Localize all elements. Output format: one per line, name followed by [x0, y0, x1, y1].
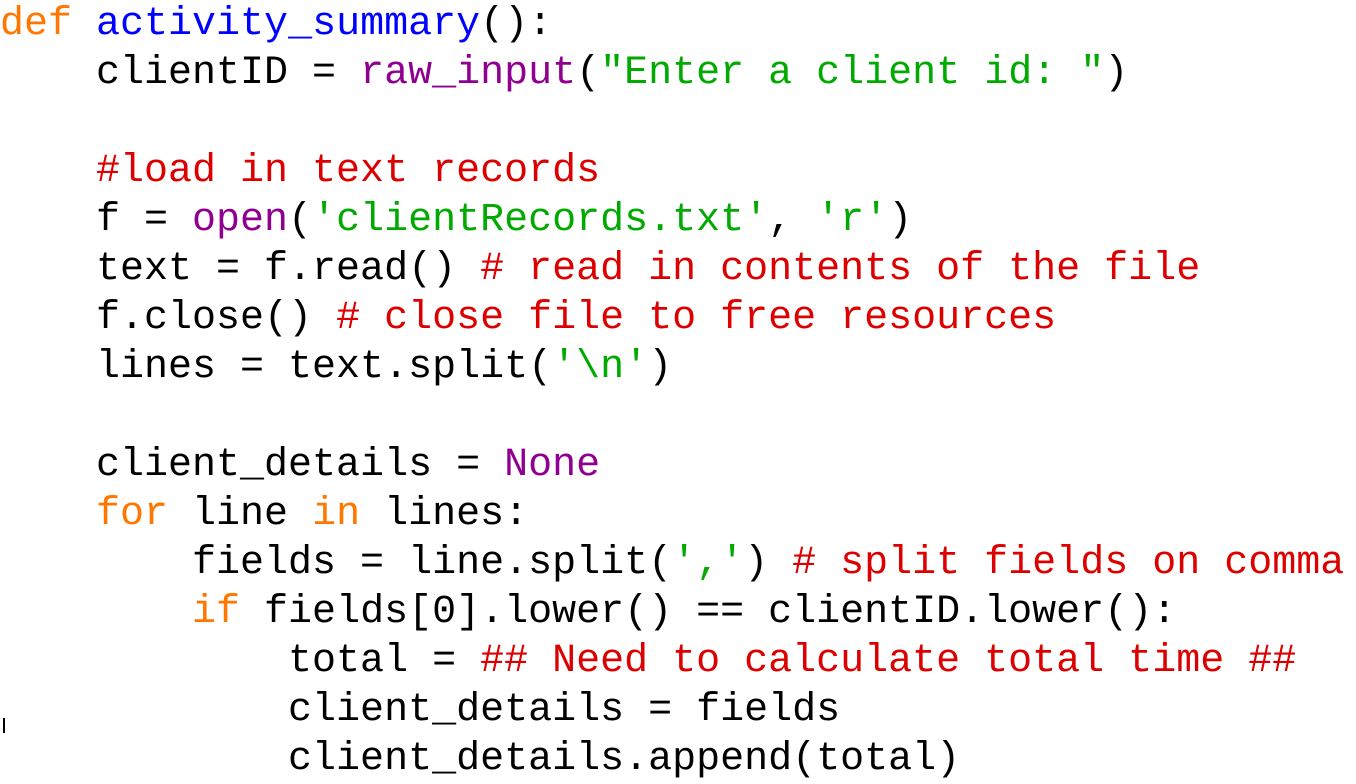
code-text-token: ) — [648, 345, 673, 390]
code-line[interactable]: lines = text.split('\n') — [0, 343, 1344, 392]
code-line[interactable] — [0, 392, 1344, 441]
code-text-token: text = f.read() — [0, 247, 481, 292]
comment-token: # read in contents of the file — [480, 247, 1201, 292]
code-text-token: ) — [888, 198, 913, 243]
code-line[interactable]: f = open('clientRecords.txt', 'r') — [0, 196, 1344, 245]
code-line[interactable] — [0, 98, 1344, 147]
code-line[interactable]: client_details.append(total) — [0, 735, 1344, 784]
code-text-token: lines = text.split( — [0, 345, 553, 390]
comment-token: #load in text records — [96, 149, 601, 194]
builtin-token: raw_input — [360, 51, 577, 96]
keyword-token: in — [312, 492, 361, 537]
code-line[interactable]: f.close() # close file to free resources — [0, 294, 1344, 343]
keyword-token: if — [192, 590, 241, 635]
code-editor[interactable]: def activity_summary(): clientID = raw_i… — [0, 0, 1356, 782]
code-text-token: (): — [480, 2, 553, 47]
comment-token: ## Need to calculate total time ## — [480, 639, 1297, 684]
code-line[interactable]: if fields[0].lower() == clientID.lower()… — [0, 588, 1344, 637]
code-line[interactable]: #load in text records — [0, 147, 1344, 196]
code-line[interactable]: fields = line.split(',') # split fields … — [0, 539, 1344, 588]
code-line[interactable]: for line in lines: — [0, 490, 1344, 539]
keyword-token: def — [0, 2, 73, 47]
code-line[interactable]: client_details = fields — [0, 686, 1344, 735]
builtin-token: open — [192, 198, 289, 243]
code-line[interactable]: total = ## Need to calculate total time … — [0, 637, 1344, 686]
builtin-token: None — [504, 443, 601, 488]
code-text-token: fields[0].lower() == clientID.lower(): — [240, 590, 1177, 635]
code-text-token: line — [168, 492, 313, 537]
code-text-token: client_details.append(total) — [0, 737, 961, 782]
code-block[interactable]: def activity_summary(): clientID = raw_i… — [0, 0, 1344, 784]
string-literal-token: 'clientRecords.txt' — [312, 198, 769, 243]
code-text-token: ( — [288, 198, 313, 243]
code-line[interactable]: client_details = None — [0, 441, 1344, 490]
code-text-token: total = — [0, 639, 481, 684]
code-text-token: ( — [576, 51, 601, 96]
code-text-token: fields = line.split( — [0, 541, 673, 586]
function-name-token: activity_summary — [96, 2, 481, 47]
code-text-token: f.close() — [0, 296, 337, 341]
string-literal-token: ',' — [672, 541, 745, 586]
code-line[interactable]: clientID = raw_input("Enter a client id:… — [0, 49, 1344, 98]
code-text-token: client_details = fields — [0, 688, 841, 733]
string-literal-token: "Enter a client id: " — [600, 51, 1105, 96]
keyword-token: for — [96, 492, 169, 537]
code-line[interactable]: def activity_summary(): — [0, 0, 1344, 49]
code-line[interactable]: text = f.read() # read in contents of th… — [0, 245, 1344, 294]
code-text-token: , — [768, 198, 817, 243]
comment-token: # close file to free resources — [336, 296, 1057, 341]
code-text-token: f = — [0, 198, 193, 243]
code-text-token: client_details = — [0, 443, 505, 488]
code-text-token: ) — [744, 541, 793, 586]
code-text-token: clientID = — [0, 51, 361, 96]
code-text-token: lines: — [360, 492, 529, 537]
text-cursor — [3, 718, 5, 733]
string-literal-token: '\n' — [552, 345, 649, 390]
code-text-token: ) — [1104, 51, 1129, 96]
comment-token: # split fields on comma — [792, 541, 1345, 586]
string-literal-token: 'r' — [816, 198, 889, 243]
